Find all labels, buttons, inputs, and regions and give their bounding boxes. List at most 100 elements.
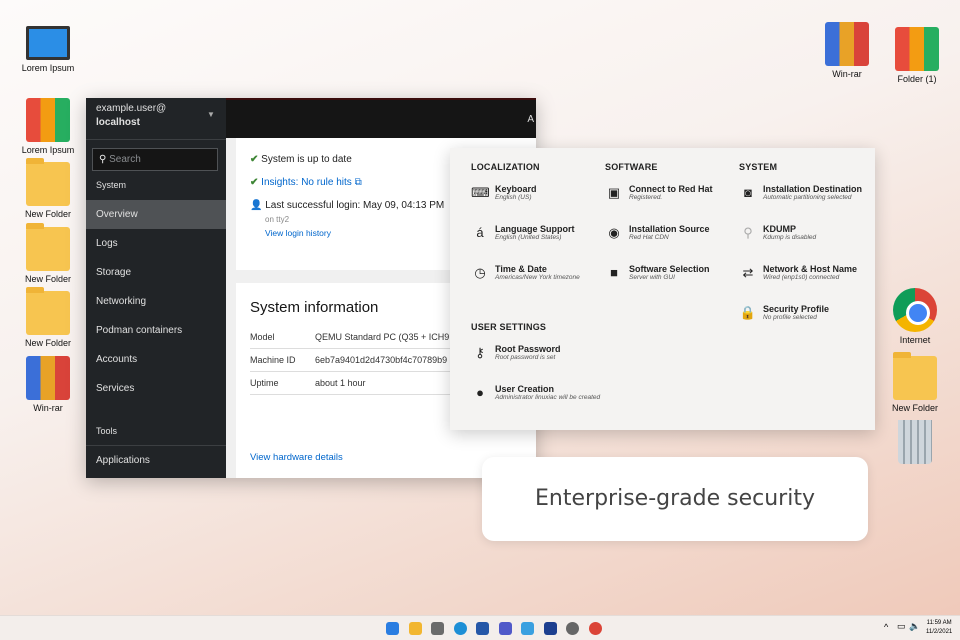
spoke-title: Keyboard bbox=[495, 184, 537, 194]
spoke-time-date[interactable]: ◷ Time & Date Americas/New York timezone bbox=[471, 264, 606, 304]
desktop-icon-recycle-bin[interactable] bbox=[883, 420, 947, 467]
desktop-icon-winrar[interactable]: Win-rar bbox=[16, 356, 80, 413]
desktop-icon-label: Internet bbox=[899, 335, 931, 345]
desktop-icon-label: New Folder bbox=[24, 338, 71, 348]
installer-summary-panel: LOCALIZATION ⌨ Keyboard English (US) á Langua… bbox=[450, 148, 875, 430]
taskbar-app-icon[interactable] bbox=[543, 622, 557, 635]
search-placeholder: Search bbox=[109, 154, 141, 165]
monitor-icon bbox=[26, 26, 70, 60]
spoke-status: Kdump is disabled bbox=[763, 234, 817, 241]
info-value: about 1 hour bbox=[315, 378, 366, 388]
folder-icon bbox=[26, 223, 70, 271]
taskbar-settings-icon[interactable] bbox=[566, 622, 579, 635]
desktop-icon-computer[interactable]: Lorem Ipsum bbox=[16, 26, 80, 73]
top-menu[interactable]: A bbox=[527, 114, 534, 125]
time: 11:59 AM bbox=[926, 620, 952, 626]
info-key: Model bbox=[250, 332, 275, 342]
desktop-icon-folder[interactable]: New Folder bbox=[16, 223, 80, 284]
date: 11/2/2021 bbox=[926, 629, 953, 635]
spoke-security-profile[interactable]: 🔒 Security Profile No profile selected bbox=[739, 304, 874, 344]
info-key: Machine ID bbox=[250, 355, 296, 365]
taskbar-chrome-icon[interactable] bbox=[588, 622, 602, 635]
category-title: USER SETTINGS bbox=[471, 322, 547, 332]
taskbar-camera-icon[interactable] bbox=[431, 622, 444, 635]
caret-down-icon: ▼ bbox=[207, 110, 215, 119]
spoke-title: Language Support bbox=[495, 224, 575, 234]
check-icon: ✔ bbox=[250, 177, 259, 188]
spoke-root-password[interactable]: ⚷ Root Password Root password is set bbox=[471, 344, 606, 384]
spoke-status: Registered. bbox=[629, 194, 663, 201]
category-title: LOCALIZATION bbox=[471, 162, 540, 172]
taskbar-edge-icon[interactable] bbox=[453, 622, 467, 635]
spoke-status: English (United States) bbox=[495, 234, 562, 241]
category-user-settings: USER SETTINGS ⚷ Root Password Root password… bbox=[471, 322, 606, 424]
chrome-icon bbox=[893, 288, 937, 332]
spoke-installation-source[interactable]: ◉ Installation Source Red Hat CDN bbox=[605, 224, 740, 264]
folder-icon bbox=[893, 352, 937, 400]
category-system: SYSTEM ◙ Installation Destination Automatic… bbox=[739, 162, 874, 344]
spoke-network-host-name[interactable]: ⇄ Network & Host Name Wired (enp1s0) conne… bbox=[739, 264, 874, 304]
spoke-installation-destination[interactable]: ◙ Installation Destination Automatic parti… bbox=[739, 184, 874, 224]
nav-logs[interactable]: Logs bbox=[86, 229, 226, 258]
desktop-icon-folder[interactable]: New Folder bbox=[883, 352, 947, 413]
insights-link[interactable]: Insights: No rule hits bbox=[261, 177, 352, 188]
desktop-icon-folder[interactable]: New Folder bbox=[16, 158, 80, 219]
network-icon[interactable]: ▭ bbox=[897, 621, 906, 632]
nav-services[interactable]: Services bbox=[86, 374, 226, 403]
spoke-status: Automatic partitioning selected bbox=[763, 194, 852, 201]
desktop-icon-folder-1[interactable]: Folder (1) bbox=[885, 27, 949, 84]
taskbar-teams-icon[interactable] bbox=[498, 622, 512, 635]
volume-icon[interactable]: 🔈 bbox=[909, 621, 920, 632]
desktop-icon-label: Lorem Ipsum bbox=[21, 63, 75, 73]
spoke-software-selection[interactable]: ■ Software Selection Server with GUI bbox=[605, 264, 740, 304]
host-switcher[interactable]: example.user@ localhost ▼ bbox=[86, 98, 226, 140]
spoke-status: Red Hat CDN bbox=[629, 234, 669, 241]
spoke-status: Administrator linuxiac will be created bbox=[495, 394, 601, 401]
desktop-icon-folder[interactable]: New Folder bbox=[16, 287, 80, 348]
desktop-icon-books[interactable]: Lorem Ipsum bbox=[16, 98, 80, 155]
spoke-language-support[interactable]: á Language Support English (United States) bbox=[471, 224, 606, 264]
info-value: QEMU Standard PC (Q35 + ICH9, 2 bbox=[315, 332, 460, 342]
desktop-icon-winrar[interactable]: Win-rar bbox=[815, 22, 879, 79]
taskbar-store-icon[interactable] bbox=[476, 622, 489, 635]
info-key: Uptime bbox=[250, 378, 279, 388]
category-title: SOFTWARE bbox=[605, 162, 658, 172]
taskbar-photos-icon[interactable] bbox=[521, 622, 534, 635]
spoke-status: Server with GUI bbox=[629, 274, 675, 281]
spoke-connect-to-red-hat[interactable]: ▣ Connect to Red Hat Registered. bbox=[605, 184, 740, 224]
keyboard-icon: ⌨ bbox=[471, 185, 490, 200]
nav-overview[interactable]: Overview bbox=[86, 200, 226, 229]
spoke-kdump[interactable]: ⚲ KDUMP Kdump is disabled bbox=[739, 224, 874, 264]
spoke-title: Connect to Red Hat bbox=[629, 184, 713, 194]
nav-accounts[interactable]: Accounts bbox=[86, 345, 226, 374]
spoke-keyboard[interactable]: ⌨ Keyboard English (US) bbox=[471, 184, 606, 224]
spoke-user-creation[interactable]: ● User Creation Administrator linuxiac wil… bbox=[471, 384, 606, 424]
desktop-icon-label: New Folder bbox=[891, 403, 938, 413]
folder-icon bbox=[26, 287, 70, 335]
spoke-status: Americas/New York timezone bbox=[495, 274, 580, 281]
updates-status: System is up to date bbox=[261, 154, 352, 165]
search-icon: ⚲ bbox=[99, 154, 107, 165]
spoke-status: English (US) bbox=[495, 194, 532, 201]
nav-applications[interactable]: Applications bbox=[86, 446, 226, 475]
spoke-title: Time & Date bbox=[495, 264, 547, 274]
hardware-details-link[interactable]: View hardware details bbox=[250, 452, 343, 463]
nav-storage[interactable]: Storage bbox=[86, 258, 226, 287]
taskbar-start-icon[interactable] bbox=[386, 622, 399, 635]
user-icon: 👤 bbox=[250, 200, 263, 211]
clock-icon: ◷ bbox=[474, 265, 486, 280]
chevron-up-icon[interactable]: ^ bbox=[884, 622, 888, 632]
spoke-title: KDUMP bbox=[763, 224, 796, 234]
clock[interactable]: 11:59 AM 11/2/2021 bbox=[926, 619, 952, 637]
search-input[interactable]: ⚲ Search bbox=[92, 148, 218, 171]
nav-networking[interactable]: Networking bbox=[86, 287, 226, 316]
trash-icon bbox=[898, 420, 932, 464]
disc-icon: ◉ bbox=[608, 225, 620, 240]
user-label: example.user@ bbox=[96, 103, 167, 114]
spoke-status: Wired (enp1s0) connected bbox=[763, 274, 840, 281]
desktop-icon-internet[interactable]: Internet bbox=[883, 288, 947, 345]
taskbar: ^ ▭ 🔈 11:59 AM 11/2/2021 bbox=[0, 615, 960, 640]
folder-icon bbox=[26, 158, 70, 206]
nav-podman[interactable]: Podman containers bbox=[86, 316, 226, 345]
taskbar-file-explorer-icon[interactable] bbox=[408, 622, 422, 635]
